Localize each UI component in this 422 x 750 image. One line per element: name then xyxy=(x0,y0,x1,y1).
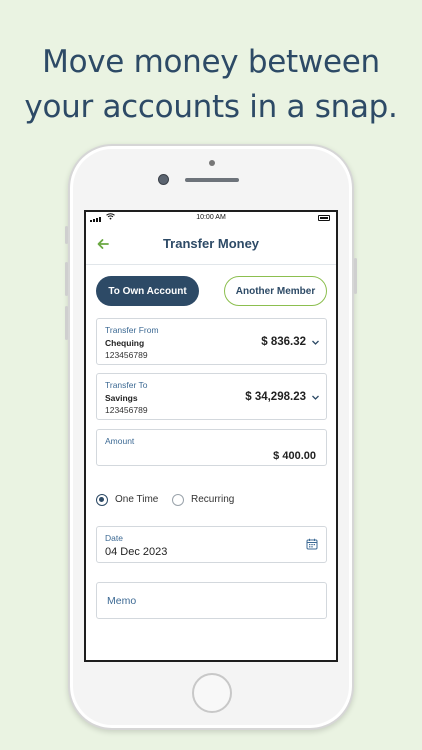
calendar-icon[interactable] xyxy=(306,538,318,550)
transfer-to-balance: $ 34,298.23 xyxy=(245,391,306,403)
radio-recurring-label[interactable]: Recurring xyxy=(191,494,234,505)
volume-up-button xyxy=(65,262,68,296)
amount-value: $ 400.00 xyxy=(273,450,316,462)
radio-one-time-label[interactable]: One Time xyxy=(115,494,158,505)
power-button xyxy=(354,258,357,294)
radio-recurring[interactable] xyxy=(172,494,184,506)
proximity-sensor xyxy=(209,160,215,166)
radio-one-time[interactable] xyxy=(96,494,108,506)
amount-input[interactable]: Amount $ 400.00 xyxy=(96,429,327,466)
chevron-down-icon xyxy=(312,340,319,345)
headline-line-2: your accounts in a snap. xyxy=(24,89,398,125)
tab-to-own-account[interactable]: To Own Account xyxy=(96,276,199,306)
status-bar: 10:00 AM xyxy=(86,212,336,224)
date-value: 04 Dec 2023 xyxy=(105,546,168,558)
page-title: Transfer Money xyxy=(162,236,260,251)
tab-another-member[interactable]: Another Member xyxy=(224,276,327,306)
header-divider xyxy=(86,264,336,265)
transfer-to-label: Transfer To xyxy=(105,380,148,390)
front-camera xyxy=(158,174,169,185)
memo-placeholder: Memo xyxy=(107,595,137,607)
volume-down-button xyxy=(65,306,68,340)
transfer-from-account-number: 123456789 xyxy=(105,350,148,360)
memo-input[interactable]: Memo xyxy=(96,582,327,619)
headline-line-1: Move money between xyxy=(42,44,380,80)
battery-icon xyxy=(318,215,330,221)
mute-switch xyxy=(65,226,68,244)
date-input[interactable]: Date 04 Dec 2023 xyxy=(96,526,327,563)
chevron-down-icon xyxy=(312,395,319,400)
amount-label: Amount xyxy=(105,436,135,446)
marketing-headline: Move money between your accounts in a sn… xyxy=(0,40,422,130)
app-header: Transfer Money xyxy=(86,234,336,256)
transfer-to-account-number: 123456789 xyxy=(105,405,148,415)
transfer-to-account-name: Savings xyxy=(105,393,138,403)
home-button[interactable] xyxy=(192,673,232,713)
status-time: 10:00 AM xyxy=(196,214,226,221)
phone-frame: 10:00 AM Transfer Money To Own Account A… xyxy=(65,144,357,730)
date-label: Date xyxy=(105,533,123,543)
phone-screen: 10:00 AM Transfer Money To Own Account A… xyxy=(84,210,338,662)
transfer-from-account-name: Chequing xyxy=(105,338,145,348)
earpiece-speaker xyxy=(185,178,239,182)
transfer-from-balance: $ 836.32 xyxy=(261,336,306,348)
transfer-to-select[interactable]: Transfer To Savings 123456789 $ 34,298.2… xyxy=(96,373,327,420)
transfer-from-label: Transfer From xyxy=(105,325,159,335)
transfer-from-select[interactable]: Transfer From Chequing 123456789 $ 836.3… xyxy=(96,318,327,365)
